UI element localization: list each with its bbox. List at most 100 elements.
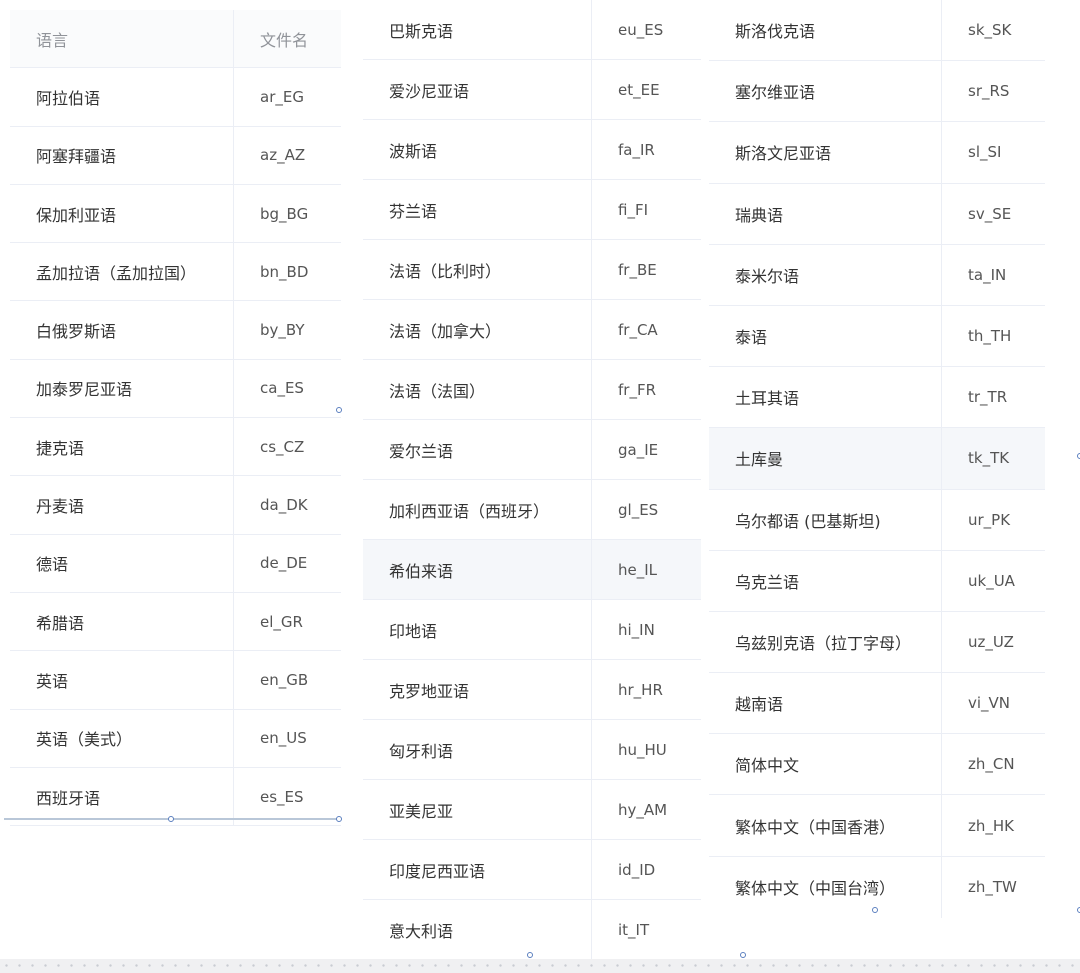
table-row[interactable]: 繁体中文（中国香港） zh_HK (709, 795, 1045, 857)
table-row[interactable]: 阿塞拜疆语 az_AZ (10, 126, 341, 185)
table-row[interactable]: 孟加拉语（孟加拉国） bn_BD (10, 243, 341, 302)
table-row[interactable]: 加利西亚语（西班牙） gl_ES (363, 480, 701, 540)
table-row[interactable]: 阿拉伯语 ar_EG (10, 68, 341, 127)
locale-code-cell: he_IL (591, 540, 701, 599)
locale-code-cell: de_DE (233, 534, 341, 592)
resize-handle[interactable] (336, 816, 342, 822)
language-cell: 简体中文 (735, 756, 800, 776)
table-row[interactable]: 意大利语 it_IT (363, 900, 701, 960)
table-row[interactable]: 匈牙利语 hu_HU (363, 720, 701, 780)
table-row[interactable]: 乌尔都语 (巴基斯坦) ur_PK (709, 489, 1045, 551)
locale-code-cell: hr_HR (591, 660, 701, 719)
language-cell: 法语（加拿大） (389, 321, 502, 341)
table-row[interactable]: 保加利亚语 bg_BG (10, 184, 341, 244)
table-row[interactable]: 白俄罗斯语 by_BY (10, 301, 341, 360)
locale-code-cell: hu_HU (591, 720, 701, 779)
locale-code-cell: cs_CZ (233, 418, 341, 476)
language-cell: 土耳其语 (735, 389, 800, 409)
table-row[interactable]: 希伯来语 he_IL (363, 540, 701, 600)
table-row[interactable]: 斯洛伐克语 sk_SK (709, 0, 1045, 62)
resize-handle[interactable] (872, 907, 878, 913)
table-row[interactable]: 爱沙尼亚语 et_EE (363, 60, 701, 120)
locale-code-cell: gl_ES (591, 480, 701, 539)
table-row[interactable]: 亚美尼亚 hy_AM (363, 780, 701, 840)
table-row[interactable]: 希腊语 el_GR (10, 592, 341, 652)
locale-code-cell: et_EE (591, 60, 701, 119)
language-cell: 印地语 (389, 621, 438, 641)
language-cell: 希腊语 (36, 613, 85, 633)
table-row[interactable]: 法语（加拿大） fr_CA (363, 300, 701, 360)
table-row[interactable]: 英语 en_GB (10, 651, 341, 710)
language-cell: 爱尔兰语 (389, 441, 454, 461)
column-header-filename[interactable]: 文件名 (233, 10, 341, 68)
locale-code-cell: tk_TK (941, 428, 1045, 489)
table-row[interactable]: 爱尔兰语 ga_IE (363, 420, 701, 480)
locale-code-cell: en_GB (233, 651, 341, 709)
table-row[interactable]: 丹麦语 da_DK (10, 476, 341, 535)
column-header-language[interactable]: 语言 (10, 10, 68, 67)
language-cell: 乌尔都语 (巴基斯坦) (735, 511, 881, 531)
table-row[interactable]: 斯洛文尼亚语 sl_SI (709, 122, 1045, 184)
locale-code-cell: uk_UA (941, 550, 1045, 611)
locale-code-cell: ta_IN (941, 244, 1045, 305)
language-cell: 法语（比利时） (389, 261, 502, 281)
table-row[interactable]: 德语 de_DE (10, 534, 341, 593)
resize-handle[interactable] (527, 952, 533, 958)
language-cell: 阿塞拜疆语 (36, 147, 117, 167)
locale-code-cell: ca_ES (233, 359, 341, 418)
language-cell: 匈牙利语 (389, 741, 454, 761)
language-cell: 西班牙语 (36, 788, 101, 808)
table-row[interactable]: 泰米尔语 ta_IN (709, 244, 1045, 306)
table-row[interactable]: 芬兰语 fi_FI (363, 180, 701, 240)
language-cell: 瑞典语 (735, 205, 784, 225)
table-row[interactable]: 波斯语 fa_IR (363, 120, 701, 180)
language-cell: 芬兰语 (389, 201, 438, 221)
locale-code-cell: sk_SK (941, 0, 1045, 61)
table-row[interactable]: 泰语 th_TH (709, 305, 1045, 368)
table-row[interactable]: 瑞典语 sv_SE (709, 183, 1045, 245)
language-cell: 意大利语 (389, 922, 454, 941)
table-row[interactable]: 巴斯克语 eu_ES (363, 0, 701, 60)
language-cell: 亚美尼亚 (389, 801, 454, 821)
language-cell: 越南语 (735, 695, 784, 715)
locale-code-cell: zh_HK (941, 795, 1045, 856)
locale-code-cell: eu_ES (591, 0, 701, 59)
table-row[interactable]: 乌兹别克语（拉丁字母） uz_UZ (709, 611, 1045, 674)
language-cell: 英语（美式） (36, 730, 133, 750)
table-row[interactable]: 简体中文 zh_CN (709, 734, 1045, 796)
locale-code-cell: fr_FR (591, 360, 701, 419)
table-row[interactable]: 克罗地亚语 hr_HR (363, 660, 701, 720)
table-row[interactable]: 乌克兰语 uk_UA (709, 550, 1045, 612)
language-cell: 德语 (36, 555, 69, 575)
locale-code-cell: da_DK (233, 476, 341, 534)
table-row[interactable]: 土耳其语 tr_TR (709, 367, 1045, 429)
language-cell: 泰米尔语 (735, 266, 800, 286)
language-cell: 乌克兰语 (735, 572, 800, 592)
resize-handle[interactable] (740, 952, 746, 958)
table-row[interactable]: 加泰罗尼亚语 ca_ES (10, 359, 341, 419)
language-cell: 泰语 (735, 328, 768, 348)
locale-code-cell: hy_AM (591, 780, 701, 839)
locale-code-cell: it_IT (591, 900, 701, 960)
table-row[interactable]: 印地语 hi_IN (363, 600, 701, 660)
locale-code-cell: fi_FI (591, 180, 701, 239)
language-cell: 克罗地亚语 (389, 681, 470, 701)
table-row[interactable]: 英语（美式） en_US (10, 709, 341, 768)
locale-code-cell: th_TH (941, 305, 1045, 367)
language-cell: 法语（法国） (389, 381, 486, 401)
language-cell: 印度尼西亚语 (389, 861, 486, 881)
locale-code-cell: az_AZ (233, 126, 341, 184)
table-row[interactable]: 土库曼 tk_TK (709, 428, 1045, 490)
table-row[interactable]: 印度尼西亚语 id_ID (363, 840, 701, 900)
table-row[interactable]: 法语（法国） fr_FR (363, 360, 701, 420)
table-row[interactable]: 塞尔维亚语 sr_RS (709, 61, 1045, 123)
table-row[interactable]: 越南语 vi_VN (709, 673, 1045, 735)
language-cell: 巴斯克语 (389, 21, 454, 41)
locale-code-cell: ar_EG (233, 68, 341, 126)
resize-handle[interactable] (168, 816, 174, 822)
locale-code-cell: el_GR (233, 592, 341, 651)
table-row[interactable]: 捷克语 cs_CZ (10, 418, 341, 477)
resize-handle[interactable] (336, 407, 342, 413)
table-row[interactable]: 法语（比利时） fr_BE (363, 240, 701, 300)
language-cell: 爱沙尼亚语 (389, 81, 470, 101)
